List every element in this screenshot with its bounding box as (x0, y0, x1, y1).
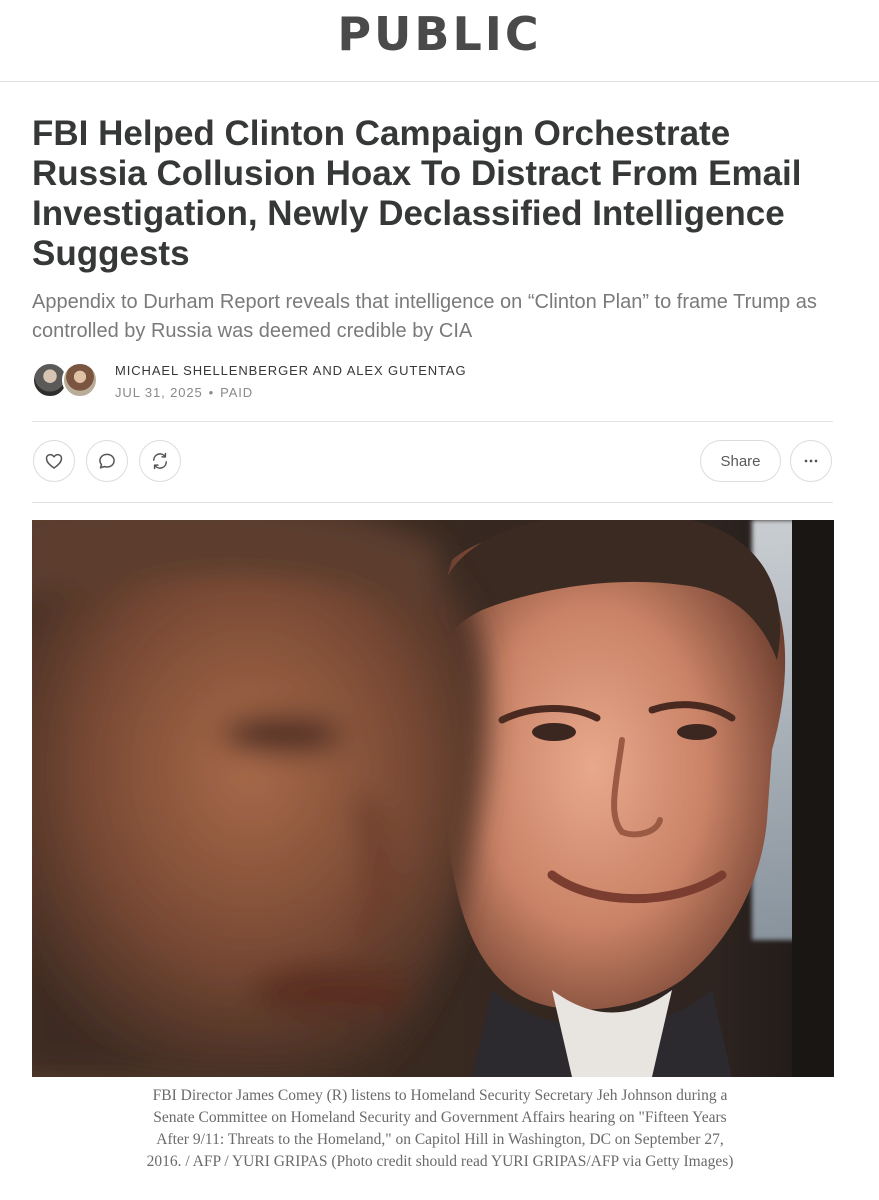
image-caption: FBI Director James Comey (R) listens to … (146, 1087, 734, 1170)
ellipsis-icon (804, 459, 818, 463)
share-button[interactable]: Share (700, 440, 781, 482)
hearing-photo (32, 520, 834, 1077)
meta-separator: • (208, 385, 215, 400)
hero-image[interactable] (32, 520, 834, 1077)
site-header: PUBLIC (0, 0, 879, 82)
restack-button[interactable] (139, 440, 181, 482)
site-logo[interactable]: PUBLIC (0, 8, 879, 60)
heart-icon (45, 453, 63, 469)
more-options-button[interactable] (790, 440, 832, 482)
post-meta: JUL 31, 2025 • PAID (115, 385, 253, 400)
author-names[interactable]: MICHAEL SHELLENBERGER AND ALEX GUTENTAG (115, 363, 467, 378)
divider (32, 421, 833, 422)
like-button[interactable] (33, 440, 75, 482)
comment-button[interactable] (86, 440, 128, 482)
post-date: JUL 31, 2025 (115, 385, 203, 400)
comment-icon (99, 453, 115, 469)
article-title: FBI Helped Clinton Campaign Orchestrate … (32, 114, 802, 273)
restack-icon (153, 452, 167, 470)
divider (32, 502, 833, 503)
author-avatar[interactable] (62, 362, 98, 398)
byline: MICHAEL SHELLENBERGER AND ALEX GUTENTAG … (32, 360, 832, 404)
access-badge: PAID (220, 385, 254, 400)
article-subtitle: Appendix to Durham Report reveals that i… (32, 291, 817, 342)
